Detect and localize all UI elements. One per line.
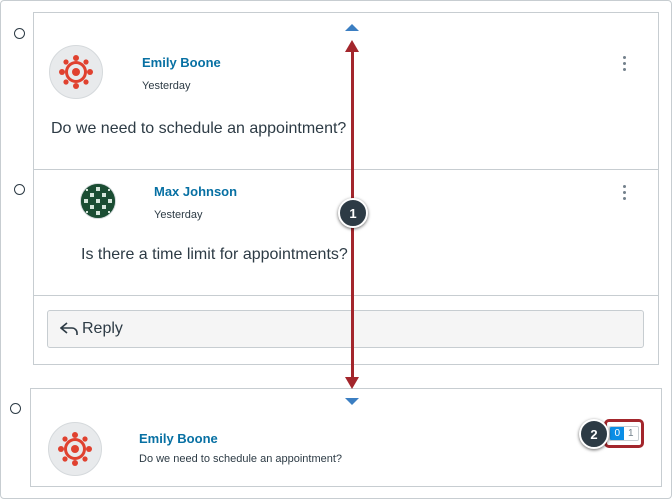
- reply-divider: [34, 295, 658, 296]
- reply-date: Yesterday: [154, 209, 203, 221]
- entry-message: Do we need to schedule an appointment?: [51, 120, 347, 137]
- reply-count-badge[interactable]: 0 1: [604, 419, 644, 448]
- expand-down-icon[interactable]: [345, 398, 359, 405]
- canvas-avatar-icon[interactable]: [49, 45, 103, 99]
- reply-kebab-menu-icon[interactable]: [623, 185, 627, 200]
- profile-pattern-icon[interactable]: [80, 183, 116, 219]
- canvas-avatar-icon[interactable]: [48, 422, 102, 476]
- collapsed-bullet: [10, 403, 21, 414]
- entry-date: Yesterday: [142, 80, 191, 92]
- callout-1: 1: [338, 198, 368, 228]
- thread-bullet: [14, 28, 25, 39]
- callout-2: 2: [579, 419, 609, 449]
- reply-arrow-icon: [60, 322, 78, 336]
- entry-author-link[interactable]: Emily Boone: [142, 55, 221, 70]
- reply-button-label: Reply: [82, 320, 123, 337]
- reply-author-link[interactable]: Max Johnson: [154, 184, 237, 199]
- collapsed-message: Do we need to schedule an appointment?: [139, 453, 343, 465]
- reply-button[interactable]: Reply: [47, 310, 644, 348]
- unread-count: 0: [610, 427, 624, 440]
- total-count: 1: [624, 427, 638, 440]
- collapsed-author-link[interactable]: Emily Boone: [139, 431, 218, 446]
- annotation-arrow-head-down: [345, 377, 359, 389]
- entry-kebab-menu-icon[interactable]: [623, 56, 627, 71]
- reply-bullet: [14, 184, 25, 195]
- collapse-up-icon[interactable]: [345, 24, 359, 31]
- reply-message: Is there a time limit for appointments?: [81, 246, 348, 263]
- entry-divider: [34, 169, 658, 170]
